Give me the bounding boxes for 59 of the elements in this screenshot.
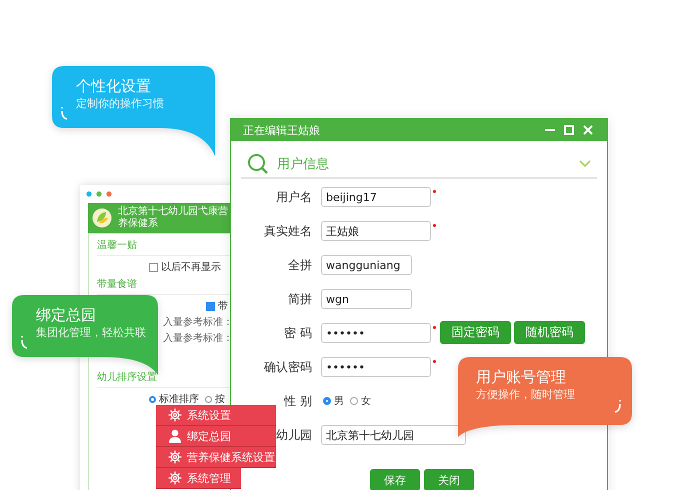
field-label: 密 码 [283, 325, 312, 342]
field-label: 性 别 [282, 393, 312, 410]
search-icon [247, 152, 269, 174]
gear-icon [168, 408, 182, 422]
field-label: 用户名 [275, 189, 312, 206]
input-field[interactable]: wgn [321, 289, 412, 309]
leaf-logo-icon [92, 208, 112, 228]
action-button[interactable]: 固定密码 [440, 321, 511, 344]
menu-item[interactable]: 绑定总园 [156, 426, 276, 447]
menu-item[interactable]: 营养保健系统设置 [156, 447, 276, 468]
close-icon[interactable] [583, 125, 593, 135]
callout-subtitle: 集团化管理，轻松共联 [36, 325, 146, 340]
field-label: 真实姓名 [263, 223, 312, 240]
callout-title: 用户账号管理 [476, 367, 567, 387]
radio-button[interactable] [350, 397, 358, 405]
callout-title: 个性化设置 [76, 76, 152, 96]
input-field[interactable]: 北京第十七幼儿园 [321, 425, 466, 445]
menu-item[interactable]: 系统管理 [156, 468, 241, 489]
standard-label: 入量参考标准： [163, 332, 233, 345]
input-field[interactable]: wangguniang [321, 255, 412, 275]
field-label: 幼儿园 [275, 427, 312, 444]
gear-icon [168, 450, 182, 464]
curl-icon [20, 335, 28, 349]
callout-subtitle: 方便操作，随时管理 [476, 387, 575, 402]
maximize-icon[interactable] [564, 125, 574, 135]
dialog-button[interactable]: 关闭 [424, 469, 474, 490]
radio-label: 按 [215, 392, 225, 406]
gear-icon [168, 471, 182, 485]
checkbox-label: 以后不再显示 [161, 260, 221, 274]
input-field[interactable]: 王姑娘 [321, 221, 431, 241]
window-title: 北京第十七幼儿园弋康营养保健系 [118, 206, 229, 230]
menu-item[interactable]: 系统设置 [156, 405, 276, 426]
field-label: 确认密码 [263, 359, 312, 376]
window-title: 正在编辑王姑娘 [243, 122, 320, 138]
radio-button[interactable] [149, 396, 156, 402]
input-field[interactable]: beijing17 [321, 187, 431, 207]
checkbox[interactable] [206, 302, 215, 310]
field-label: 全拼 [287, 257, 312, 274]
curl-icon [614, 399, 622, 413]
input-field[interactable]: •••••• [321, 357, 431, 377]
field-label: 简拼 [287, 291, 312, 308]
radio-label: 标准排序 [159, 392, 199, 406]
checkbox-label: 带 [218, 300, 228, 313]
input-field[interactable]: •••••• [321, 323, 431, 343]
curl-icon [60, 106, 68, 120]
section-title: 用户信息 [277, 156, 330, 172]
radio-button[interactable] [323, 397, 331, 405]
action-button[interactable]: 随机密码 [514, 321, 585, 344]
chevron-down-icon[interactable] [579, 160, 591, 168]
standard-label: 入量参考标准： [163, 316, 233, 329]
checkbox[interactable] [149, 262, 158, 272]
radio-label: 男 [334, 395, 344, 408]
callout-subtitle: 定制你的操作习惯 [76, 96, 164, 111]
user-icon [168, 429, 182, 443]
radio-button[interactable] [205, 396, 212, 402]
radio-label: 女 [361, 395, 371, 408]
callout-title: 绑定总园 [36, 305, 97, 325]
window-dots-icon [86, 191, 112, 197]
dialog-button[interactable]: 保存 [370, 469, 420, 490]
